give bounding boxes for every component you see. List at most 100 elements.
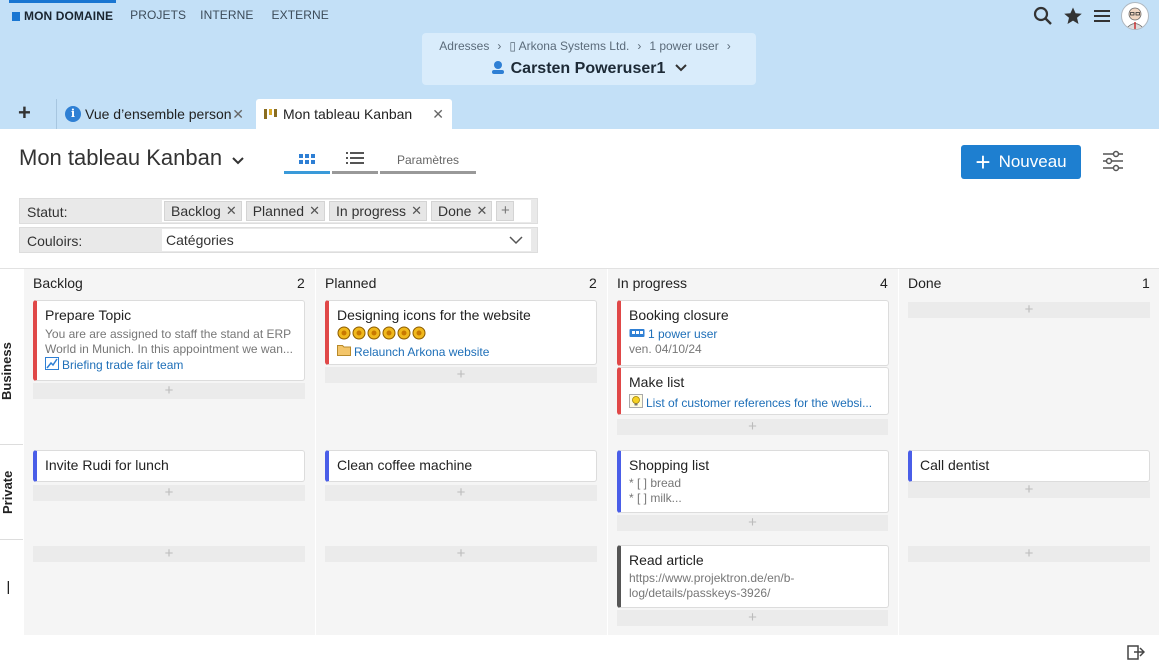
card-description: log/details/passkeys-3926/ (629, 586, 771, 600)
lanes-select[interactable]: Catégories (162, 229, 531, 251)
sun-icon (352, 326, 366, 343)
top-icons (1033, 2, 1149, 30)
column-count: 2 (297, 275, 305, 291)
add-card-button[interactable]: + (617, 419, 888, 435)
close-icon[interactable]: ✕ (476, 203, 487, 219)
sun-icon (397, 326, 411, 343)
card-description: https://www.projektron.de/en/b- (629, 571, 795, 585)
chevron-down-icon (509, 233, 523, 248)
status-chip-planned[interactable]: Planned ✕ (245, 201, 326, 221)
status-filter-label: Statut: (27, 204, 68, 220)
avatar[interactable] (1121, 2, 1149, 30)
list-view-tab[interactable] (332, 148, 378, 174)
add-card-button[interactable]: + (325, 367, 597, 383)
grid-icon (299, 152, 315, 167)
filter-settings-icon[interactable] (1102, 150, 1124, 175)
add-status-button[interactable]: + (496, 201, 515, 221)
add-card-button[interactable]: + (33, 485, 305, 501)
search-icon[interactable] (1033, 6, 1053, 26)
close-icon[interactable]: ✕ (226, 203, 237, 219)
board-title[interactable]: Mon tableau Kanban (19, 145, 244, 171)
status-filter-field[interactable]: Backlog ✕ Planned ✕ In progress ✕ Done ✕ + (162, 200, 531, 222)
card-title: Prepare Topic (45, 307, 132, 323)
logout-icon[interactable] (1127, 643, 1146, 664)
kanban-board: Backlog 2 Planned 2 In progress 4 Done 1… (0, 268, 1159, 635)
nav-projets[interactable]: PROJETS (130, 0, 186, 30)
tab-label: Vue d’ensemble person (85, 106, 232, 122)
nav-interne[interactable]: INTERNE (200, 0, 253, 30)
status-chip-in-progress[interactable]: In progress ✕ (329, 201, 427, 221)
lanes-filter: Couloirs: Catégories (19, 227, 538, 253)
sun-icon (382, 326, 396, 343)
nav-mon-domaine[interactable]: MON DOMAINE (9, 0, 117, 30)
card-make-list[interactable]: Make list List of customer references fo… (617, 367, 889, 415)
close-icon[interactable]: ✕ (232, 106, 244, 123)
view-tabs: Paramètres (284, 148, 478, 174)
status-chip-done[interactable]: Done ✕ (430, 201, 493, 221)
chevron-down-icon (670, 60, 688, 77)
card-shopping-list[interactable]: Shopping list * [ ] bread * [ ] milk... (617, 450, 889, 513)
tab-overview[interactable]: i Vue d’ensemble person ✕ (56, 99, 252, 129)
card-read-article[interactable]: Read article https://www.projektron.de/e… (617, 545, 889, 608)
card-prepare-topic[interactable]: Prepare Topic You are are assigned to st… (33, 300, 305, 381)
chart-icon (45, 357, 59, 374)
card-designing-icons[interactable]: Designing icons for the website Relaunch… (325, 300, 597, 365)
new-button-label: Nouveau (998, 152, 1067, 171)
card-link[interactable]: Briefing trade fair team (45, 357, 296, 374)
card-title: Read article (629, 552, 704, 568)
add-card-button[interactable]: + (908, 546, 1150, 562)
add-card-button[interactable]: + (325, 485, 597, 501)
close-icon[interactable]: ✕ (411, 203, 422, 219)
card-link[interactable]: List of customer references for the webs… (629, 394, 880, 412)
card-date: ven. 04/10/24 (629, 342, 702, 356)
tab-kanban[interactable]: Mon tableau Kanban ✕ (256, 99, 452, 129)
card-invite-rudi[interactable]: Invite Rudi for lunch (33, 450, 305, 482)
breadcrumb-item-user[interactable]: 1 power user (649, 39, 718, 53)
sun-icon (412, 326, 426, 343)
nav-externe[interactable]: EXTERNE (272, 0, 329, 30)
lane-business: Business (0, 342, 14, 401)
sun-icon (337, 326, 351, 343)
close-icon[interactable]: ✕ (309, 203, 320, 219)
add-card-button[interactable]: + (617, 515, 888, 531)
add-card-button[interactable]: + (617, 610, 888, 626)
card-title: Call dentist (920, 457, 990, 473)
add-card-button[interactable]: + (908, 302, 1150, 318)
card-link[interactable]: Relaunch Arkona website (337, 344, 588, 360)
top-header: MON DOMAINE PROJETS INTERNE EXTERNE Adre… (0, 0, 1159, 98)
status-chip-backlog[interactable]: Backlog ✕ (164, 201, 242, 221)
new-button[interactable]: + Nouveau (961, 145, 1081, 179)
card-clean-coffee[interactable]: Clean coffee machine (325, 450, 597, 482)
grid-view-tab[interactable] (284, 148, 330, 174)
current-user-name: Carsten Poweruser1 (510, 60, 666, 77)
menu-icon[interactable] (1093, 8, 1111, 24)
breadcrumb-current[interactable]: Carsten Poweruser1 (422, 60, 756, 78)
settings-tab[interactable]: Paramètres (380, 148, 476, 174)
card-description: * [ ] bread (629, 476, 682, 490)
add-card-button[interactable]: + (325, 546, 597, 562)
star-icon[interactable] (1063, 6, 1083, 26)
card-call-dentist[interactable]: Call dentist (908, 450, 1150, 482)
column-count: 4 (880, 275, 888, 291)
card-title: Designing icons for the website (337, 307, 531, 323)
folder-icon (337, 344, 351, 360)
main-nav: MON DOMAINE PROJETS INTERNE EXTERNE (9, 0, 343, 30)
add-card-button[interactable]: + (908, 482, 1150, 498)
add-card-button[interactable]: + (33, 383, 305, 399)
tab-bar: + i Vue d’ensemble person ✕ Mon tableau … (0, 98, 1159, 129)
add-tab-button[interactable]: + (18, 102, 31, 124)
breadcrumb-item-company[interactable]: Arkona Systems Ltd. (519, 39, 630, 53)
card-booking-closure[interactable]: Booking closure 1 power user ven. 04/10/… (617, 300, 889, 366)
close-icon[interactable]: ✕ (432, 106, 444, 123)
building-icon: ▯ (509, 39, 516, 53)
lanes-filter-label: Couloirs: (27, 233, 83, 249)
breadcrumb-item-adresses[interactable]: Adresses (439, 39, 489, 53)
card-title: Shopping list (629, 457, 710, 473)
card-title: Invite Rudi for lunch (45, 457, 169, 473)
group-icon (629, 327, 645, 342)
column-count: 1 (1142, 275, 1150, 291)
card-title: Make list (629, 374, 685, 390)
card-link[interactable]: 1 power user (629, 327, 880, 342)
add-card-button[interactable]: + (33, 546, 305, 562)
chevron-down-icon (232, 145, 244, 171)
